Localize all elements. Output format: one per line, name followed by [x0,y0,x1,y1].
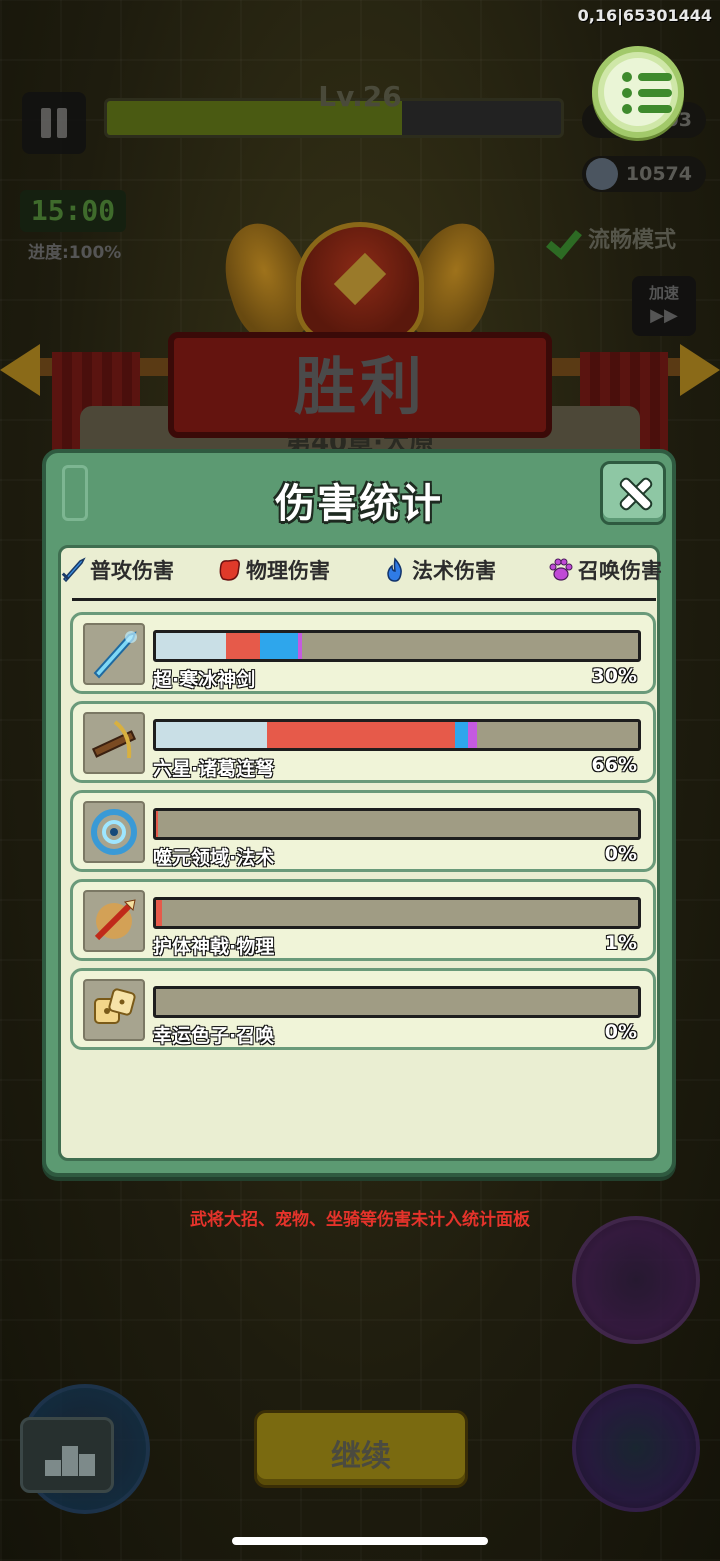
podium-icon [79,1454,95,1476]
version-label: 0,16|65301444 [577,6,712,25]
item-percent: 0% [604,843,637,865]
damage-bar-segment [156,722,267,748]
item-percent: 30% [591,665,637,687]
item-percent: 0% [604,1021,637,1043]
damage-bar-segment [225,633,260,659]
damage-bar [153,986,641,1018]
flame-icon [387,557,402,582]
damage-row: 护体神戟·物理 1% [70,879,656,961]
dialog-title: 伤害统计 [275,481,443,527]
level-label: Lv.26 [318,80,402,113]
menu-icon-line [638,105,672,113]
helmet-emblem-icon [296,222,424,344]
damage-bar [153,630,641,662]
menu-icon-dot [622,72,632,82]
menu-icon [604,58,672,126]
kill-count: 10574 [625,163,692,185]
paw-icon [549,558,573,581]
item-name: 幸运色子·召唤 [153,1025,275,1047]
legend-item-summon: 召唤伤害 [548,555,662,589]
continue-button[interactable]: 继续 [254,1410,468,1488]
menu-button[interactable] [592,46,684,138]
check-icon [548,227,584,255]
home-indicator[interactable] [232,1537,488,1545]
item-percent: 1% [604,932,637,954]
menu-icon-dot [622,104,632,114]
menu-icon-line [638,73,672,81]
legend-label: 物理伤害 [246,559,330,583]
legend-label: 召唤伤害 [578,559,662,583]
damage-bar-segment [468,722,477,748]
vortex-skill-icon [572,1384,700,1512]
legend-item-physical: 物理伤害 [216,555,330,589]
smooth-mode-label: 流畅模式 [588,228,677,253]
progress-label: 进度:100% [28,243,122,263]
damage-bar-segment [156,633,226,659]
damage-bar [153,719,641,751]
halberd-icon [83,890,145,952]
podium-icon [45,1460,61,1476]
damage-bar [153,897,641,929]
skill-portal-icon [572,1216,700,1344]
item-name: 护体神戟·物理 [153,936,275,958]
speed-label: 加速 [648,284,679,302]
item-percent: 66% [591,754,637,776]
legend-divider [72,598,656,601]
fist-icon [219,559,240,581]
vortex-icon [83,801,145,863]
pause-button[interactable] [22,92,86,154]
damage-list: 超·寒冰神剑 30% 六星·诸葛连弩 66% 噬元领域·法术 0% 护体神戟·物… [70,612,656,1057]
close-button[interactable] [600,461,666,525]
game-timer: 15:00 [20,190,126,232]
smooth-mode-toggle[interactable]: 流畅模式 [548,222,676,255]
damage-bar-segment [266,722,455,748]
menu-icon-dot [622,88,632,98]
damage-bar-segment [298,633,303,659]
victory-title: 胜利 [293,350,426,423]
speed-up-button[interactable]: 加速 ▶▶ [632,276,696,336]
dice-icon [83,979,145,1041]
podium-icon [62,1446,78,1476]
damage-bar-segment [259,633,299,659]
ice-sword-icon [83,623,145,685]
legend-item-basic: 普攻伤害 [60,555,174,589]
legend-label: 法术伤害 [412,559,496,583]
kill-counter: 10574 [582,156,706,192]
damage-bar-segment [156,900,162,926]
legend-label: 普攻伤害 [90,559,174,583]
legend-item-magic: 法术伤害 [382,555,496,589]
damage-stats-dialog: 伤害统计 普攻伤害 物理伤害 法术伤害 召唤伤害 超·寒冰神剑 30% 六星·诸… [42,449,676,1177]
damage-row: 六星·诸葛连弩 66% [70,701,656,783]
banner-arrow-left [0,344,40,396]
item-name: 六星·诸葛连弩 [153,758,275,780]
item-name: 超·寒冰神剑 [153,669,256,691]
crossbow-icon [83,712,145,774]
sword-icon [61,557,86,583]
damage-type-legend: 普攻伤害 物理伤害 法术伤害 召唤伤害 [58,551,670,591]
damage-row: 噬元领域·法术 0% [70,790,656,872]
damage-row: 超·寒冰神剑 30% [70,612,656,694]
fast-forward-icon: ▶▶ [650,305,678,326]
skull-icon [586,158,618,190]
damage-bar-segment [156,811,158,837]
banner-arrow-right [680,344,720,396]
stats-button[interactable] [20,1417,114,1493]
item-name: 噬元领域·法术 [153,847,275,869]
damage-bar-segment [454,722,469,748]
damage-bar [153,808,641,840]
menu-icon-line [638,89,672,97]
damage-row: 幸运色子·召唤 0% [70,968,656,1050]
